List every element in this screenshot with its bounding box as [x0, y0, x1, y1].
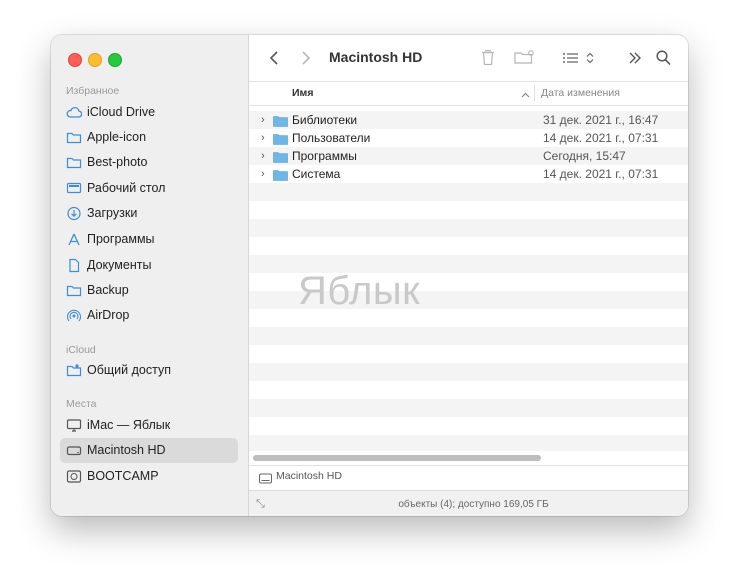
sidebar-item-label: Macintosh HD — [87, 443, 166, 457]
folder-icon — [273, 132, 288, 145]
folder-icon — [273, 168, 288, 181]
table-row[interactable]: › Библиотеки 31 дек. 2021 г., 16:47 — [249, 111, 688, 129]
sidebar-item-label: iMac — Яблык — [87, 418, 171, 432]
empty-row-stripe — [249, 183, 688, 201]
sidebar-item-applications[interactable]: Программы — [60, 227, 238, 252]
sidebar-item-backup[interactable]: Backup — [60, 278, 238, 303]
folder-icon — [66, 155, 82, 170]
sidebar-item-icloud-drive[interactable]: iCloud Drive — [60, 100, 238, 125]
empty-row-stripe — [249, 363, 688, 381]
sidebar-item-label: Best-photo — [87, 155, 148, 169]
file-date: 31 дек. 2021 г., 16:47 — [543, 113, 659, 127]
folder-icon — [66, 283, 82, 298]
sidebar-item-label: Общий доступ — [87, 363, 171, 377]
sidebar-item-documents[interactable]: Документы — [60, 253, 238, 278]
cloud-icon — [66, 105, 83, 120]
empty-row-stripe — [249, 435, 688, 451]
file-browser: Macintosh HD Имя Дата изменения › Библио… — [249, 35, 688, 516]
sidebar-item-imac[interactable]: iMac — Яблык — [60, 413, 238, 438]
status-bar: ⤡ объекты (4); доступно 169,05 ГБ — [249, 490, 688, 516]
table-row[interactable]: › Система 14 дек. 2021 г., 07:31 — [249, 165, 688, 183]
table-row[interactable]: › Программы Сегодня, 15:47 — [249, 147, 688, 165]
sidebar-item-macintosh-hd[interactable]: Macintosh HD — [60, 438, 238, 463]
list-view-icon[interactable] — [562, 51, 596, 65]
file-date: Сегодня, 15:47 — [543, 149, 626, 163]
file-name: Пользователи — [292, 131, 371, 145]
column-date-modified[interactable]: Дата изменения — [541, 87, 620, 99]
sidebar-item-bootcamp[interactable]: BOOTCAMP — [60, 464, 238, 489]
disclosure-chevron-icon[interactable]: › — [261, 114, 265, 126]
file-date: 14 дек. 2021 г., 07:31 — [543, 167, 659, 181]
disk-icon — [66, 443, 82, 458]
column-header: Имя Дата изменения — [249, 81, 688, 106]
sidebar-item-label: Загрузки — [87, 206, 138, 220]
sidebar-item-label: iCloud Drive — [87, 105, 156, 119]
back-button[interactable] — [269, 50, 279, 66]
sidebar-item-desktop[interactable]: Рабочий стол — [60, 176, 238, 201]
locations-header: Места — [66, 398, 97, 410]
window-title: Macintosh HD — [329, 49, 423, 65]
sidebar-item-downloads[interactable]: Загрузки — [60, 201, 238, 226]
icloud-header: iCloud — [66, 344, 96, 356]
folder-icon — [273, 150, 288, 163]
disk-icon — [259, 471, 272, 484]
sidebar-item-label: Программы — [87, 232, 155, 246]
sidebar-item-shared[interactable]: Общий доступ — [60, 358, 238, 383]
toolbar: Macintosh HD — [249, 35, 688, 81]
path-bar: Macintosh HD — [249, 465, 688, 488]
close-button[interactable] — [68, 53, 82, 67]
file-name: Система — [292, 167, 341, 181]
disclosure-chevron-icon[interactable]: › — [261, 150, 265, 162]
disclosure-chevron-icon[interactable]: › — [261, 168, 265, 180]
sidebar-item-label: Документы — [87, 258, 152, 272]
zoom-button[interactable] — [108, 53, 122, 67]
search-icon[interactable] — [656, 50, 671, 66]
airdrop-icon — [66, 308, 82, 323]
finder-window: Избранное iCloud Drive Apple-icon Best-p… — [51, 35, 688, 516]
horizontal-scrollbar[interactable] — [253, 455, 541, 461]
minimize-button[interactable] — [88, 53, 102, 67]
folder-icon — [66, 130, 82, 145]
empty-row-stripe — [249, 327, 688, 345]
shared-folder-icon — [66, 363, 82, 378]
disk-icon — [66, 469, 82, 484]
desktop-icon — [66, 181, 82, 196]
file-name: Программы — [292, 149, 357, 163]
watermark: Яблык — [298, 269, 421, 313]
forward-button[interactable] — [301, 50, 311, 66]
file-name: Библиотеки — [292, 113, 358, 127]
folder-icon — [273, 114, 288, 127]
sidebar-item-apple-icon[interactable]: Apple-icon — [60, 125, 238, 150]
sort-chevron-up-icon[interactable] — [521, 87, 530, 105]
new-folder-icon[interactable] — [514, 50, 536, 65]
empty-row-stripe — [249, 219, 688, 237]
column-name[interactable]: Имя — [292, 87, 313, 99]
sidebar-item-label: Рабочий стол — [87, 181, 166, 195]
more-icon[interactable] — [628, 52, 642, 64]
imac-icon — [66, 418, 82, 433]
path-bar-label[interactable]: Macintosh HD — [276, 470, 342, 482]
column-divider[interactable] — [534, 85, 535, 101]
sidebar-item-label: Apple-icon — [87, 130, 147, 144]
sidebar-item-label: Backup — [87, 283, 129, 297]
empty-row-stripe — [249, 399, 688, 417]
sidebar-item-airdrop[interactable]: AirDrop — [60, 303, 238, 328]
file-date: 14 дек. 2021 г., 07:31 — [543, 131, 659, 145]
sidebar-item-label: BOOTCAMP — [87, 469, 159, 483]
sidebar: Избранное iCloud Drive Apple-icon Best-p… — [51, 35, 249, 516]
disclosure-chevron-icon[interactable]: › — [261, 132, 265, 144]
document-icon — [66, 258, 82, 273]
favorites-header: Избранное — [66, 85, 120, 97]
sidebar-item-best-photo[interactable]: Best-photo — [60, 150, 238, 175]
applications-icon — [66, 232, 82, 247]
sidebar-item-label: AirDrop — [87, 308, 130, 322]
download-icon — [66, 206, 82, 221]
table-row[interactable]: › Пользователи 14 дек. 2021 г., 07:31 — [249, 129, 688, 147]
trash-icon[interactable] — [481, 49, 495, 66]
status-text: объекты (4); доступно 169,05 ГБ — [398, 499, 549, 510]
